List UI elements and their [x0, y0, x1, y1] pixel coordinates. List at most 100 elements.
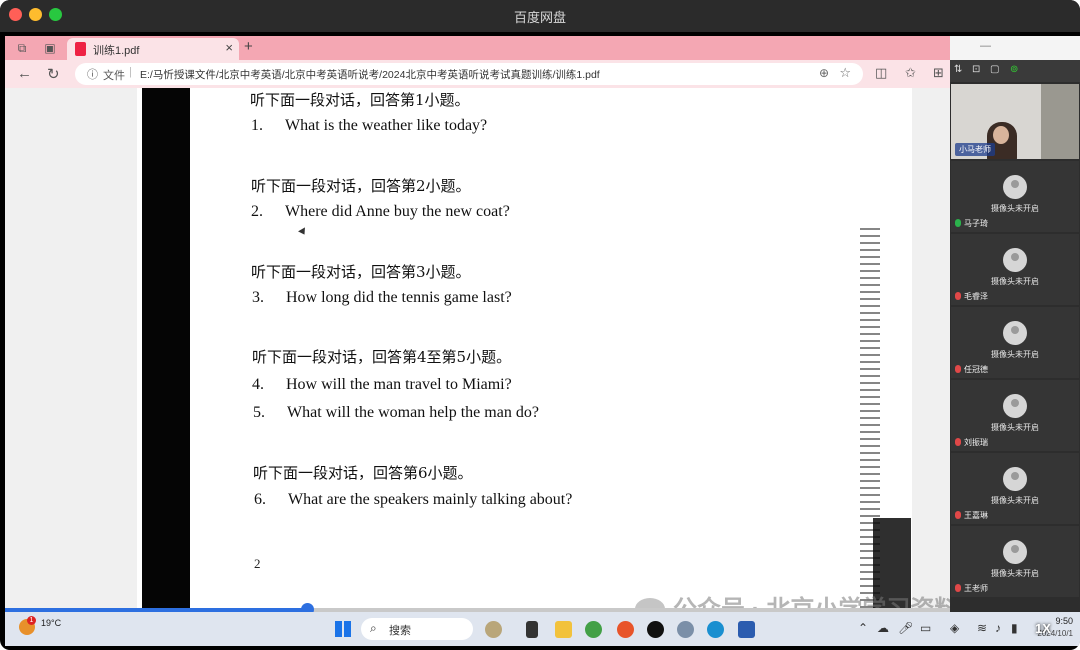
tab-label: 训练1.pdf	[93, 45, 140, 57]
new-tab-icon[interactable]: +	[244, 38, 253, 55]
collections-icon[interactable]: ⊞	[933, 65, 944, 81]
microphone-icon[interactable]: 🎤︎	[898, 621, 913, 635]
question-item: 3. How long did the tennis game last?	[252, 289, 512, 307]
weather-badge: 1	[27, 616, 36, 625]
mac-window: 百度网盘 ⧉ ▣ 训练1.pdf × + — ← ↻ ⓘ 文件 | E:/马忻授…	[0, 0, 1080, 650]
tab-pdf[interactable]: 训练1.pdf ×	[67, 38, 239, 60]
battery-icon[interactable]: ▮	[1011, 621, 1018, 635]
question-text: What is the weather like today?	[285, 117, 488, 134]
refresh-icon[interactable]: ↻	[47, 65, 60, 83]
file-explorer-icon[interactable]	[555, 621, 572, 638]
close-icon[interactable]: ×	[225, 40, 233, 55]
participant-tile[interactable]: 摄像头未开启 王嘉琳	[951, 453, 1079, 524]
windows-start-icon[interactable]	[335, 621, 351, 637]
tab-actions-icon[interactable]: ▣	[43, 41, 57, 55]
page-number: 2	[254, 556, 261, 571]
avatar	[1003, 467, 1027, 491]
minimize-icon[interactable]: —	[980, 40, 991, 52]
display-icon[interactable]: ▭	[920, 621, 931, 635]
browser-app-icon[interactable]	[585, 621, 602, 638]
avatar	[1003, 394, 1027, 418]
address-bar[interactable]: ⓘ 文件 | E:/马忻授课文件/北京中考英语/北京中考英语听说考/2024北京…	[75, 63, 863, 85]
question-heading: 听下面一段对话，回答第6小题。	[253, 464, 473, 482]
workspaces-icon[interactable]: ⧉	[15, 41, 29, 55]
network-app-icon[interactable]	[677, 621, 694, 638]
participant-name: 王老师	[964, 584, 988, 593]
question-text: How long did the tennis game last?	[286, 289, 512, 306]
participant-tile[interactable]: 摄像头未开启 刘振瑞	[951, 380, 1079, 451]
media-player-icon[interactable]	[647, 621, 664, 638]
question-number: 6.	[254, 491, 266, 508]
cloud-icon[interactable]: ☁	[877, 621, 889, 635]
question-item: 5. What will the woman help the man do?	[253, 404, 539, 422]
window-title: 百度网盘	[513, 10, 566, 25]
chevron-up-icon[interactable]: ⌃	[858, 621, 868, 635]
record-icon[interactable]: ⊚	[1010, 64, 1018, 75]
question-heading: 听下面一段对话，回答第3小题。	[251, 263, 471, 281]
taskbar-search[interactable]: ⌕ 搜索	[361, 618, 473, 640]
wifi-icon[interactable]: ≋	[977, 621, 987, 635]
browser-toolbar: ← ↻ ⓘ 文件 | E:/马忻授课文件/北京中考英语/北京中考英语听说考/20…	[5, 60, 950, 88]
app-tray-icon[interactable]: ◈	[950, 621, 959, 635]
browser-tab-strip: ⧉ ▣ 训练1.pdf × + —	[5, 36, 991, 60]
search-icon: ⌕	[370, 621, 377, 635]
question-item: 6. What are the speakers mainly talking a…	[254, 491, 572, 509]
question-heading: 听下面一段对话，回答第4至第5小题。	[252, 348, 512, 366]
microphone-muted-icon	[955, 584, 961, 592]
search-label: 搜索	[389, 625, 411, 637]
question-number: 2.	[251, 203, 263, 220]
participant-name: 毛睿泽	[964, 292, 988, 301]
microphone-on-icon	[955, 219, 961, 227]
zoom-icon[interactable]: ⊕	[819, 66, 829, 80]
back-arrow-icon[interactable]: ←	[17, 65, 32, 82]
participant-name: 刘振瑞	[964, 438, 988, 447]
participant-tile[interactable]: 摄像头未开启 毛睿泽	[951, 234, 1079, 305]
question-text: What will the woman help the man do?	[287, 404, 539, 421]
avatar	[1003, 321, 1027, 345]
share-icon[interactable]: ⊡	[972, 64, 980, 75]
host-video-tile[interactable]: 小马老师	[951, 84, 1079, 159]
favorites-icon[interactable]: ✩	[905, 65, 916, 81]
pdf-file-icon	[75, 42, 86, 56]
word-icon[interactable]	[738, 621, 755, 638]
panel-toolbar: ⇅ ⊡ ▢ ⊚	[950, 60, 1080, 82]
avatar	[1003, 540, 1027, 564]
microphone-muted-icon	[955, 438, 961, 446]
participant-name: 马子琦	[964, 219, 988, 228]
question-text: Where did Anne buy the new coat?	[285, 203, 510, 220]
question-item: 1. What is the weather like today?	[251, 117, 487, 135]
question-text: How will the man travel to Miami?	[286, 376, 512, 393]
task-view-icon[interactable]	[526, 621, 538, 638]
address-scheme-label: 文件	[103, 70, 125, 82]
playback-speed[interactable]: 1X	[1035, 621, 1051, 636]
participant-tile[interactable]: 摄像头未开启 马子琦	[951, 161, 1079, 232]
app-icon[interactable]	[485, 621, 502, 638]
question-number: 5.	[253, 404, 265, 421]
participant-name: 王嘉琳	[964, 511, 988, 520]
windows-taskbar: 1 19°C ⌕ 搜索 ⌃ ☁ 🎤︎ ▭ ◈ ≋ ♪ ▮ 9:50 2024/1…	[5, 612, 1080, 646]
host-face	[993, 126, 1009, 144]
participants-panel: ⇅ ⊡ ▢ ⊚ 小马老师 摄像头未开启 马子琦 摄像头未开启 毛睿泽 摄像头未开…	[950, 60, 1080, 612]
info-icon[interactable]: ⓘ	[87, 66, 98, 82]
volume-icon[interactable]: ♪	[995, 621, 1001, 635]
participant-tile[interactable]: 摄像头未开启 王老师	[951, 526, 1079, 597]
question-number: 4.	[252, 376, 264, 393]
firefox-icon[interactable]	[617, 621, 634, 638]
address-url[interactable]: E:/马忻授课文件/北京中考英语/北京中考英语听说考/2024北京中考英语听说考…	[140, 67, 600, 82]
video-stream: ⧉ ▣ 训练1.pdf × + — ← ↻ ⓘ 文件 | E:/马忻授课文件/北…	[5, 36, 1080, 646]
edge-icon[interactable]	[707, 621, 724, 638]
question-number: 3.	[252, 289, 264, 306]
microphone-muted-icon	[955, 365, 961, 373]
split-screen-icon[interactable]: ◫	[875, 65, 887, 81]
address-divider: |	[129, 66, 132, 78]
pdf-viewer: 听下面一段对话，回答第1小题。 1. What is the weather li…	[5, 88, 950, 608]
question-item: 2. Where did Anne buy the new coat?	[251, 203, 510, 221]
avatar	[1003, 248, 1027, 272]
host-name: 小马老师	[955, 143, 995, 156]
settings-icon[interactable]: ⇅	[954, 64, 962, 75]
window-titlebar: 百度网盘	[0, 0, 1080, 32]
favorite-star-icon[interactable]: ☆	[839, 65, 851, 81]
camera-status: 摄像头未开启	[991, 423, 1039, 432]
chat-icon[interactable]: ▢	[990, 64, 999, 75]
participant-tile[interactable]: 摄像头未开启 任冠德	[951, 307, 1079, 378]
